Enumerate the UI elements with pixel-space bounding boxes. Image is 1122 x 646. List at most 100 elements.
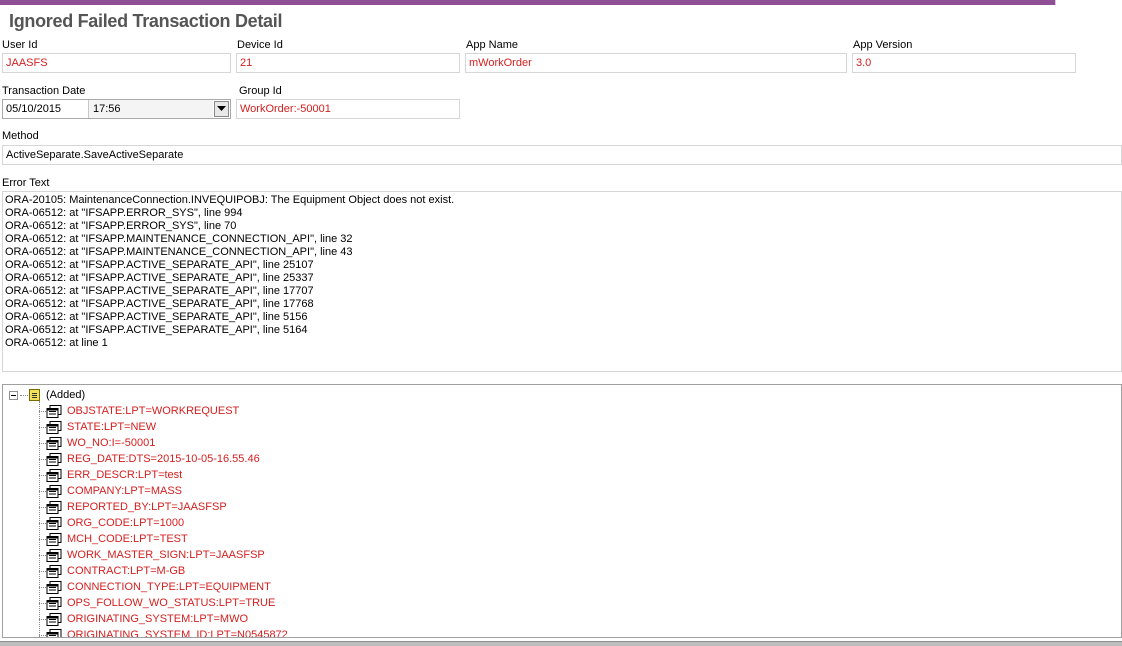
error-text-area[interactable]: ORA-20105: MaintenanceConnection.INVEQUI… [2, 191, 1122, 372]
error-line: ORA-20105: MaintenanceConnection.INVEQUI… [5, 194, 455, 206]
tree-root-node[interactable]: (Added) [9, 388, 85, 402]
attribute-icon [46, 436, 62, 450]
tree-connector [39, 442, 46, 444]
tree-item-label: CONTRACT:LPT=M-GB [67, 565, 186, 577]
attribute-icon [46, 404, 62, 418]
chevron-down-icon [217, 106, 226, 111]
app-name-label: App Name [466, 39, 518, 51]
tree-item-label: OBJSTATE:LPT=WORKREQUEST [67, 405, 240, 417]
attribute-icon [46, 628, 62, 637]
error-line: ORA-06512: at "IFSAPP.ERROR_SYS", line 9… [5, 207, 243, 219]
error-line: ORA-06512: at "IFSAPP.ERROR_SYS", line 7… [5, 220, 237, 232]
transaction-date-picker[interactable]: 05/10/2015 17:56 [2, 99, 231, 119]
attribute-icon [46, 500, 62, 514]
tree-item-label: REPORTED_BY:LPT=JAASFSP [67, 501, 227, 513]
tree-connector [39, 458, 46, 460]
tree-connector [39, 602, 46, 604]
tree-item[interactable]: ORG_CODE:LPT=1000 [39, 515, 184, 531]
attribute-icon [46, 612, 62, 626]
tree-connector [39, 554, 46, 556]
tree-item-label: COMPANY:LPT=MASS [67, 485, 183, 497]
tree-item[interactable]: MCH_CODE:LPT=TEST [39, 531, 188, 547]
tree-item[interactable]: STATE:LPT=NEW [39, 419, 156, 435]
attribute-icon [46, 532, 62, 546]
error-line: ORA-06512: at "IFSAPP.ACTIVE_SEPARATE_AP… [5, 311, 308, 323]
tree-item-label: MCH_CODE:LPT=TEST [67, 533, 188, 545]
error-line: ORA-06512: at "IFSAPP.ACTIVE_SEPARATE_AP… [5, 285, 314, 297]
tree-item-label: ORIGINATING_SYSTEM_ID:LPT=N0545872 [67, 629, 288, 638]
error-line: ORA-06512: at "IFSAPP.ACTIVE_SEPARATE_AP… [5, 272, 314, 284]
transaction-date-label: Transaction Date [2, 85, 86, 97]
attribute-icon [46, 484, 62, 498]
tree-connector [39, 490, 46, 492]
transaction-date-value[interactable]: 05/10/2015 [3, 100, 89, 118]
error-line: ORA-06512: at "IFSAPP.ACTIVE_SEPARATE_AP… [5, 259, 314, 271]
tree-item-label: ORIGINATING_SYSTEM:LPT=MWO [67, 613, 249, 625]
attribute-icon [46, 596, 62, 610]
tree-item[interactable]: REG_DATE:DTS=2015-10-05-16.55.46 [39, 451, 260, 467]
tree-connector [39, 586, 46, 588]
tree-item-label: OPS_FOLLOW_WO_STATUS:LPT=TRUE [67, 597, 276, 609]
tree-connector [20, 394, 28, 396]
tree-item[interactable]: CONTRACT:LPT=M-GB [39, 563, 185, 579]
attribute-icon [46, 516, 62, 530]
tree-item[interactable]: REPORTED_BY:LPT=JAASFSP [39, 499, 227, 515]
tree-connector [39, 426, 46, 428]
user-id-field[interactable]: JAASFS [2, 53, 231, 73]
attribute-icon [46, 420, 62, 434]
collapse-icon[interactable] [9, 390, 18, 400]
tree-connector [39, 570, 46, 572]
tree-item-label: ORG_CODE:LPT=1000 [67, 517, 185, 529]
page-title: Ignored Failed Transaction Detail [9, 11, 283, 31]
tree-item-label: REG_DATE:DTS=2015-10-05-16.55.46 [67, 453, 260, 465]
date-dropdown-button[interactable] [214, 101, 229, 117]
group-id-field[interactable]: WorkOrder:-50001 [236, 99, 460, 119]
tree-connector [39, 410, 46, 412]
tree-item[interactable]: ERR_DESCR:LPT=test [39, 467, 182, 483]
tree-item-label: CONNECTION_TYPE:LPT=EQUIPMENT [67, 581, 271, 593]
attribute-icon [46, 564, 62, 578]
method-label: Method [2, 130, 39, 142]
tree-item-label: WO_NO:I=-50001 [67, 437, 156, 449]
top-right-corner [1055, 0, 1122, 5]
tree-item[interactable]: COMPANY:LPT=MASS [39, 483, 182, 499]
tree-connector [39, 474, 46, 476]
device-id-field[interactable]: 21 [236, 53, 460, 73]
tree-connector [39, 506, 46, 508]
tree-item[interactable]: WO_NO:I=-50001 [39, 435, 155, 451]
tree-item[interactable]: ORIGINATING_SYSTEM:LPT=MWO [39, 611, 248, 627]
app-version-field[interactable]: 3.0 [852, 53, 1076, 73]
tree-item-label: WORK_MASTER_SIGN:LPT=JAASFSP [67, 549, 265, 561]
tree-item-label: ERR_DESCR:LPT=test [67, 469, 183, 481]
transaction-time-value[interactable]: 17:56 [89, 100, 213, 118]
tree-item[interactable]: ORIGINATING_SYSTEM_ID:LPT=N0545872 [39, 627, 288, 638]
tree-root-label: (Added) [46, 389, 86, 401]
tree-item[interactable]: CONNECTION_TYPE:LPT=EQUIPMENT [39, 579, 271, 595]
transaction-tree[interactable]: (Added) OBJSTATE:LPT=WORKREQUEST STATE:LP… [2, 384, 1122, 638]
attribute-icon [46, 468, 62, 482]
tree-item-label: STATE:LPT=NEW [67, 421, 157, 433]
error-line: ORA-06512: at line 1 [5, 337, 108, 349]
bottom-scroll-edge [0, 641, 1122, 646]
error-line: ORA-06512: at "IFSAPP.MAINTENANCE_CONNEC… [5, 246, 353, 258]
user-id-label: User Id [2, 39, 38, 51]
attribute-icon [46, 548, 62, 562]
method-field[interactable]: ActiveSeparate.SaveActiveSeparate [2, 145, 1122, 165]
attribute-icon [46, 452, 62, 466]
error-line: ORA-06512: at "IFSAPP.MAINTENANCE_CONNEC… [5, 233, 353, 245]
tree-connector [39, 618, 46, 620]
tree-connector [39, 522, 46, 524]
attribute-icon [46, 580, 62, 594]
error-line: ORA-06512: at "IFSAPP.ACTIVE_SEPARATE_AP… [5, 298, 314, 310]
tree-item[interactable]: WORK_MASTER_SIGN:LPT=JAASFSP [39, 547, 265, 563]
app-version-label: App Version [853, 39, 913, 51]
tree-connector [39, 538, 46, 540]
error-text-label: Error Text [2, 177, 50, 189]
tree-item[interactable]: OPS_FOLLOW_WO_STATUS:LPT=TRUE [39, 595, 275, 611]
tree-item[interactable]: OBJSTATE:LPT=WORKREQUEST [39, 403, 239, 419]
tree-connector [39, 634, 46, 636]
device-id-label: Device Id [237, 39, 283, 51]
top-accent-bar [0, 0, 1122, 5]
app-name-field[interactable]: mWorkOrder [465, 53, 847, 73]
record-icon [29, 389, 40, 401]
